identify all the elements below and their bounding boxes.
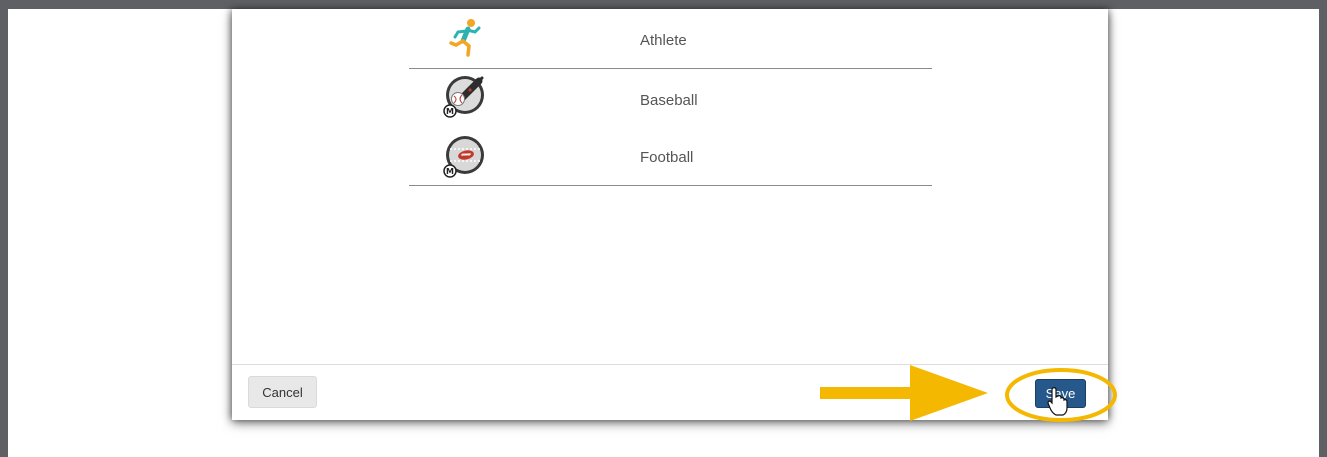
list-item-baseball[interactable]: M Baseball	[409, 69, 932, 127]
running-athlete-icon	[449, 19, 481, 57]
football-field-icon: M	[443, 136, 484, 178]
list-item-label: Football	[640, 149, 694, 166]
sport-list: Athlete M Baseball M Football	[409, 9, 932, 186]
save-button[interactable]: Save	[1035, 379, 1086, 408]
sport-selection-dialog: Athlete M Baseball M Football Cancel Sav…	[232, 9, 1108, 420]
svg-text:M: M	[446, 167, 454, 176]
dialog-footer: Cancel Save	[232, 364, 1108, 420]
list-item-football[interactable]: M Football	[409, 127, 932, 186]
list-item-athlete[interactable]: Athlete	[409, 9, 932, 69]
cancel-button[interactable]: Cancel	[248, 376, 317, 408]
list-item-label: Athlete	[640, 32, 687, 49]
svg-text:M: M	[446, 107, 454, 116]
list-item-label: Baseball	[640, 92, 698, 109]
baseball-bat-icon: M	[443, 76, 484, 118]
